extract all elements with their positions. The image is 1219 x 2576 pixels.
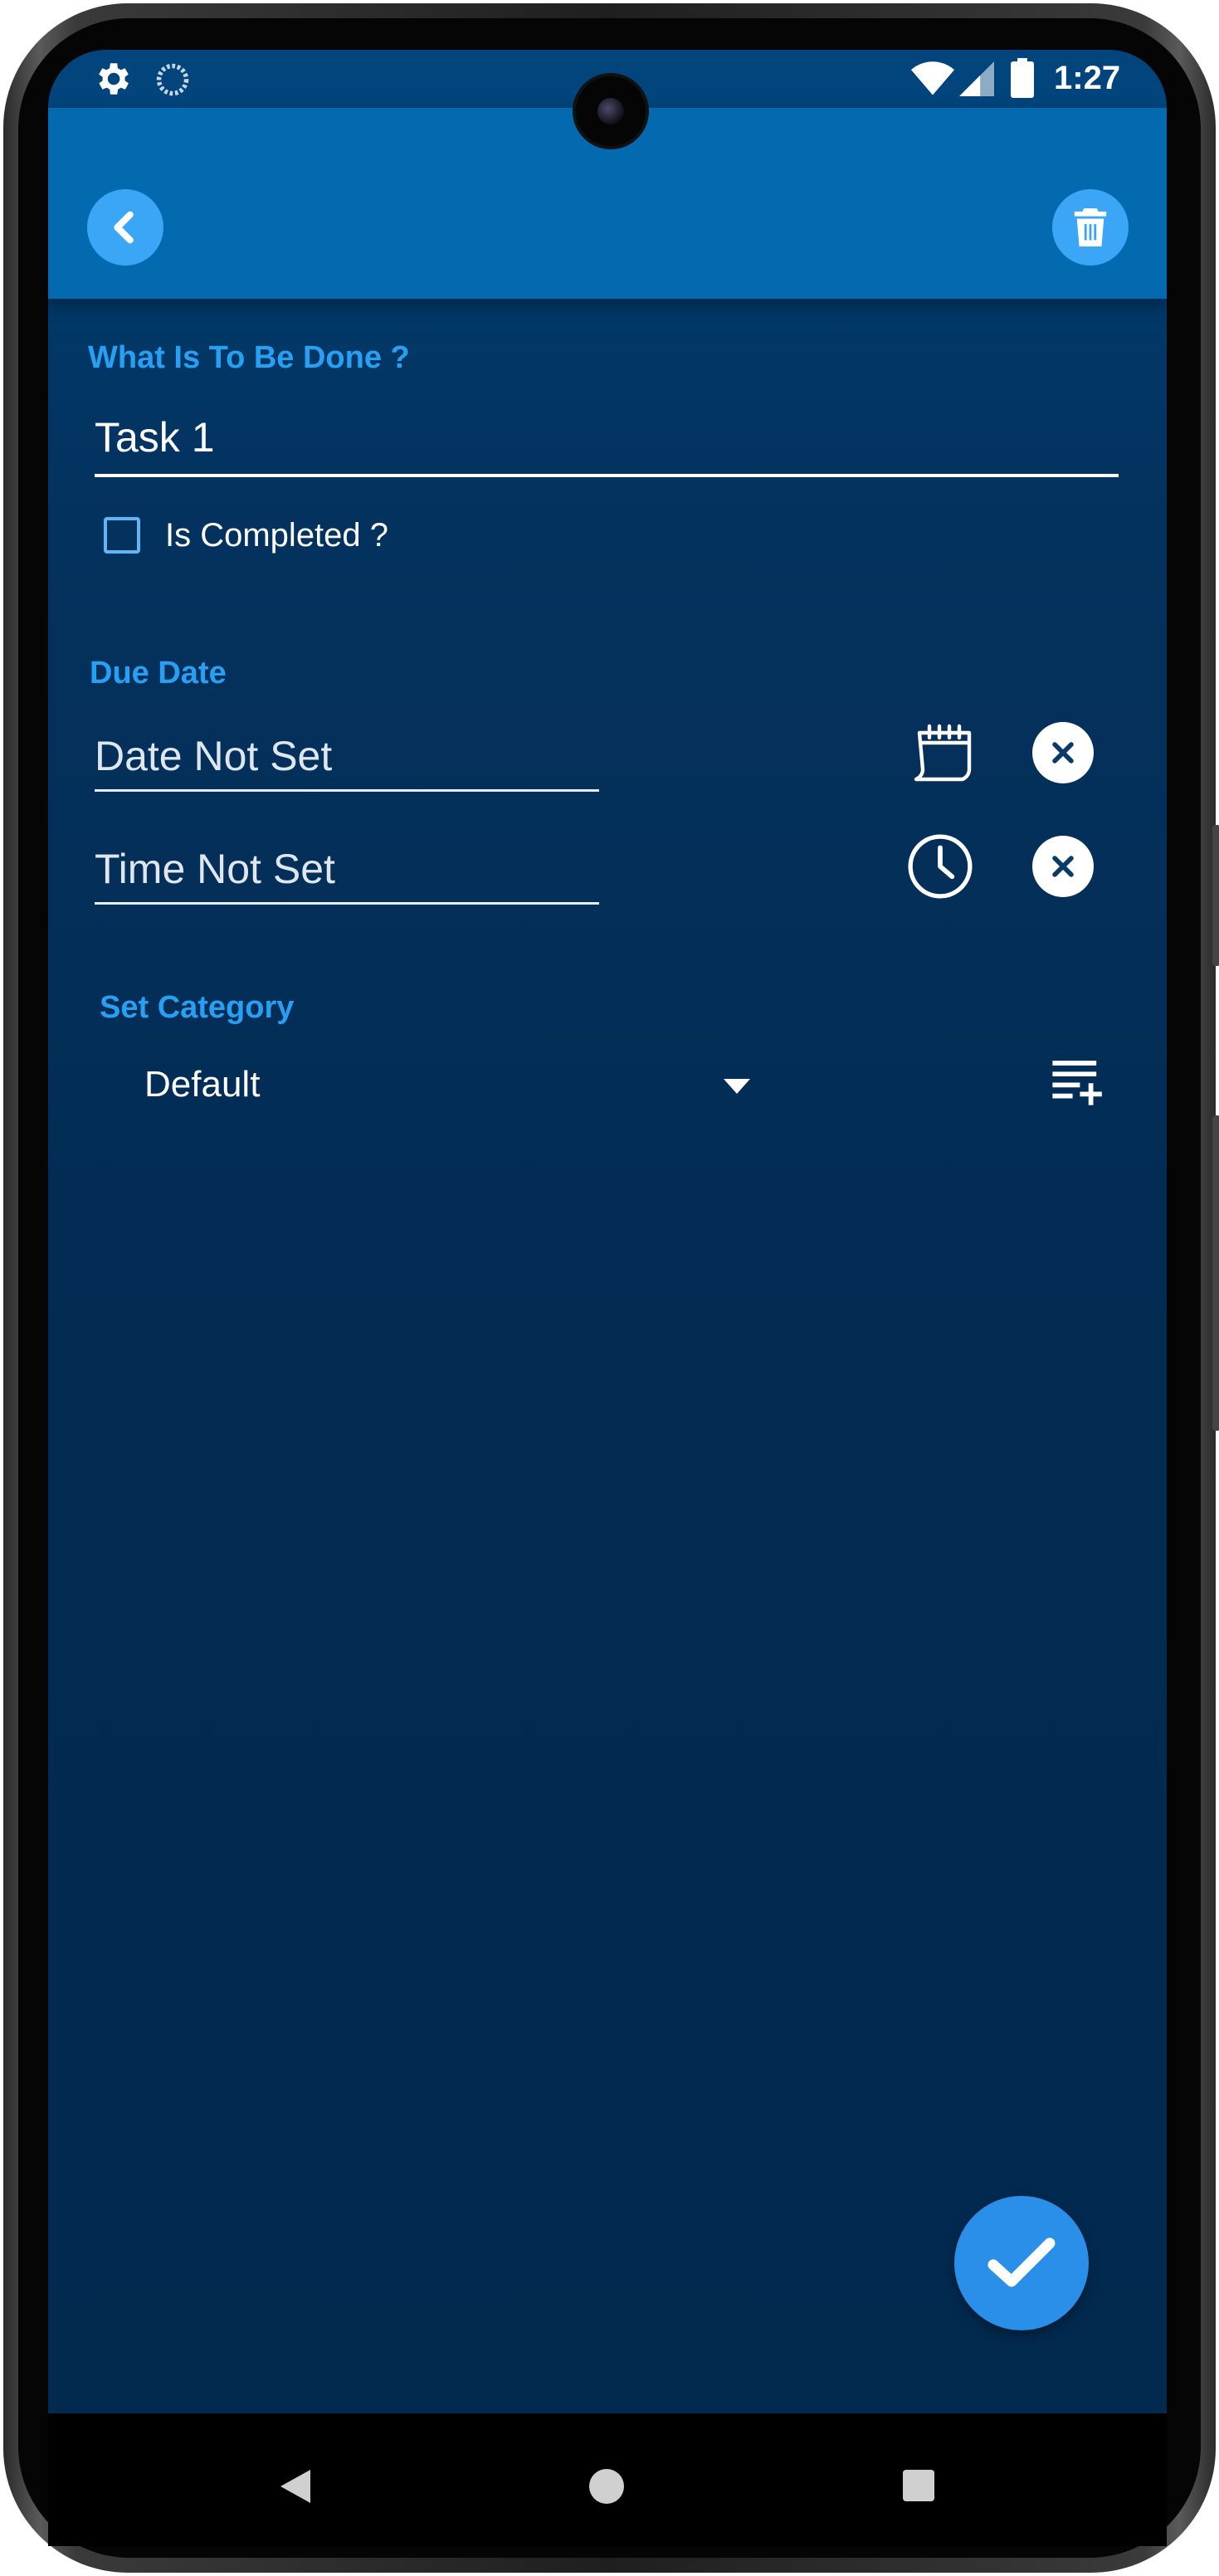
due-date-section-label: Due Date [90,656,227,690]
completed-label: Is Completed ? [165,517,389,554]
status-time: 1:27 [1054,60,1121,96]
clear-time-button[interactable] [1032,836,1094,897]
playlist-add-icon [1052,1061,1102,1105]
date-field[interactable]: Date Not Set [95,732,332,780]
circle-home-icon [589,2469,624,2504]
calendar-button[interactable] [909,722,976,788]
category-dropdown[interactable]: Default [144,1059,767,1117]
task-section-label: What Is To Be Done ? [88,340,410,375]
power-button [1212,1115,1219,1431]
nav-back-button[interactable] [280,2470,310,2507]
volume-button [1212,825,1219,966]
time-field[interactable]: Time Not Set [95,845,335,893]
nav-recents-button[interactable] [903,2470,934,2505]
navigation-bar [48,2413,1167,2546]
battery-icon [1011,58,1034,102]
add-category-button[interactable] [1049,1054,1104,1113]
close-icon [1052,742,1074,764]
close-icon [1052,856,1074,877]
delete-button[interactable] [1052,189,1129,266]
chevron-left-icon [114,211,134,244]
clock-icon [908,834,973,899]
front-camera [576,76,646,146]
clock-button[interactable] [906,832,974,905]
category-section-label: Set Category [100,990,295,1025]
sync-status-icon [154,61,191,102]
calendar-icon [914,724,972,782]
nav-home-button[interactable] [589,2469,624,2508]
task-name-underline [95,474,1119,477]
completed-checkbox[interactable] [104,517,140,554]
app-screen: 1:27 What Is To Be Done ? Task 1 Is Comp… [48,50,1167,2413]
category-selected: Default [144,1064,261,1105]
back-button[interactable] [87,189,163,266]
square-recents-icon [903,2470,934,2501]
save-button[interactable] [954,2196,1089,2330]
chevron-down-icon [724,1079,750,1098]
task-name-input[interactable]: Task 1 [95,413,215,461]
cell-signal-icon [959,61,994,100]
check-icon [987,2237,1056,2287]
clear-date-button[interactable] [1032,722,1094,783]
date-field-underline [95,789,599,792]
wifi-icon [911,60,954,102]
trash-icon [1074,208,1107,246]
settings-status-icon [91,58,133,104]
triangle-back-icon [280,2470,310,2503]
time-field-underline [95,902,599,905]
